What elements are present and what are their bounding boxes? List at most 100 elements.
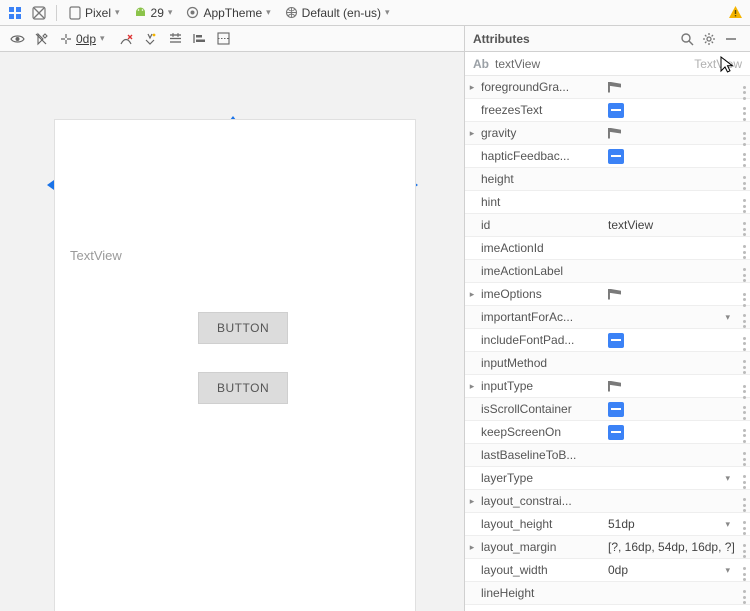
attr-value[interactable]: ▾ [604,471,750,485]
attr-input[interactable] [608,218,746,232]
attr-input[interactable] [608,586,746,600]
attr-row[interactable]: ▸inputType [465,375,750,398]
more-icon[interactable] [743,567,746,581]
more-icon[interactable] [743,590,746,604]
bool-toggle[interactable] [608,103,624,118]
more-icon[interactable] [743,107,746,121]
attr-row[interactable]: lastBaselineToB... [465,444,750,467]
api-selector[interactable]: 29 ▾ [128,2,179,24]
attr-value[interactable] [604,103,750,118]
attr-value[interactable]: ▾ [604,563,750,577]
attr-value[interactable] [604,425,750,440]
more-icon[interactable] [743,498,746,512]
attr-row[interactable]: layerType▾ [465,467,750,490]
attr-value[interactable] [604,494,750,508]
attr-row[interactable]: lineSpacingExtra [465,605,750,611]
bool-toggle[interactable] [608,425,624,440]
default-margin-selector[interactable]: 0dp ▾ [54,28,111,50]
dropdown-icon[interactable]: ▾ [725,312,730,323]
device-selector[interactable]: Pixel ▾ [63,2,126,24]
attr-row[interactable]: importantForAc...▾ [465,306,750,329]
expander-icon[interactable]: ▸ [465,496,479,507]
attr-row[interactable]: hapticFeedbac... [465,145,750,168]
autoconnect-icon[interactable] [30,28,52,50]
attr-row[interactable]: ▸layout_margin [465,536,750,559]
attr-input[interactable] [608,195,746,209]
attr-value[interactable] [604,128,750,139]
more-icon[interactable] [743,199,746,213]
attr-row[interactable]: layout_height▾ [465,513,750,536]
attr-value[interactable]: ▾ [604,310,750,324]
attr-row[interactable]: ▸foregroundGra... [465,76,750,99]
expander-icon[interactable]: ▸ [465,289,479,300]
more-icon[interactable] [743,293,746,307]
more-icon[interactable] [743,86,746,100]
more-icon[interactable] [743,314,746,328]
bool-toggle[interactable] [608,402,624,417]
align-icon[interactable] [189,28,211,50]
attr-value[interactable] [604,381,750,392]
more-icon[interactable] [743,222,746,236]
search-icon[interactable] [676,28,698,50]
attr-row[interactable]: keepScreenOn [465,421,750,444]
attr-value[interactable] [604,402,750,417]
more-icon[interactable] [743,132,746,146]
attr-row[interactable]: height [465,168,750,191]
guidelines-icon[interactable] [213,28,235,50]
flag-icon[interactable] [608,128,621,139]
bool-toggle[interactable] [608,333,624,348]
attr-value[interactable] [604,82,750,93]
attr-value[interactable]: ▾ [604,517,750,531]
bool-toggle[interactable] [608,149,624,164]
expander-icon[interactable]: ▸ [465,542,479,553]
attr-value[interactable] [604,264,750,278]
theme-selector[interactable]: AppTheme ▾ [180,2,276,24]
flag-icon[interactable] [608,381,621,392]
more-icon[interactable] [743,385,746,399]
attr-value[interactable] [604,218,750,232]
attr-value[interactable] [604,195,750,209]
dropdown-icon[interactable]: ▾ [725,565,730,576]
attr-row[interactable]: imeActionLabel [465,260,750,283]
design-canvas[interactable]: 54 TextView TextVi [0,52,464,611]
expander-icon[interactable]: ▸ [465,128,479,139]
button2[interactable]: BUTTON [198,372,288,404]
attr-value[interactable] [604,172,750,186]
attr-input[interactable] [608,264,746,278]
locale-selector[interactable]: Default (en-us) ▾ [279,2,396,24]
attr-input[interactable] [608,241,746,255]
attr-value[interactable] [604,540,750,554]
view-options-icon[interactable] [6,28,28,50]
dropdown-icon[interactable]: ▾ [725,473,730,484]
more-icon[interactable] [743,429,746,443]
dropdown-icon[interactable]: ▾ [725,519,730,530]
textview2[interactable]: TextView [70,248,122,263]
attr-row[interactable]: inputMethod [465,352,750,375]
attr-value[interactable] [604,149,750,164]
more-icon[interactable] [743,544,746,558]
more-icon[interactable] [743,337,746,351]
more-icon[interactable] [743,452,746,466]
attr-row[interactable]: isScrollContainer [465,398,750,421]
minimize-icon[interactable] [720,28,742,50]
attr-value[interactable] [604,356,750,370]
attr-value[interactable] [604,448,750,462]
flag-icon[interactable] [608,289,621,300]
attributes-list[interactable]: ▸foregroundGra...freezesText▸gravityhapt… [465,76,750,611]
more-icon[interactable] [743,475,746,489]
attr-value[interactable] [604,586,750,600]
expander-icon[interactable]: ▸ [465,82,479,93]
flag-icon[interactable] [608,82,621,93]
attr-row[interactable]: freezesText [465,99,750,122]
expander-icon[interactable]: ▸ [465,381,479,392]
pack-icon[interactable] [165,28,187,50]
surface-select-icon[interactable] [4,2,26,24]
more-icon[interactable] [743,521,746,535]
more-icon[interactable] [743,406,746,420]
orientation-icon[interactable] [28,2,50,24]
attr-row[interactable]: hint [465,191,750,214]
more-icon[interactable] [743,153,746,167]
attr-input[interactable] [608,356,746,370]
attr-input[interactable] [608,494,746,508]
warning-icon[interactable] [724,2,746,24]
